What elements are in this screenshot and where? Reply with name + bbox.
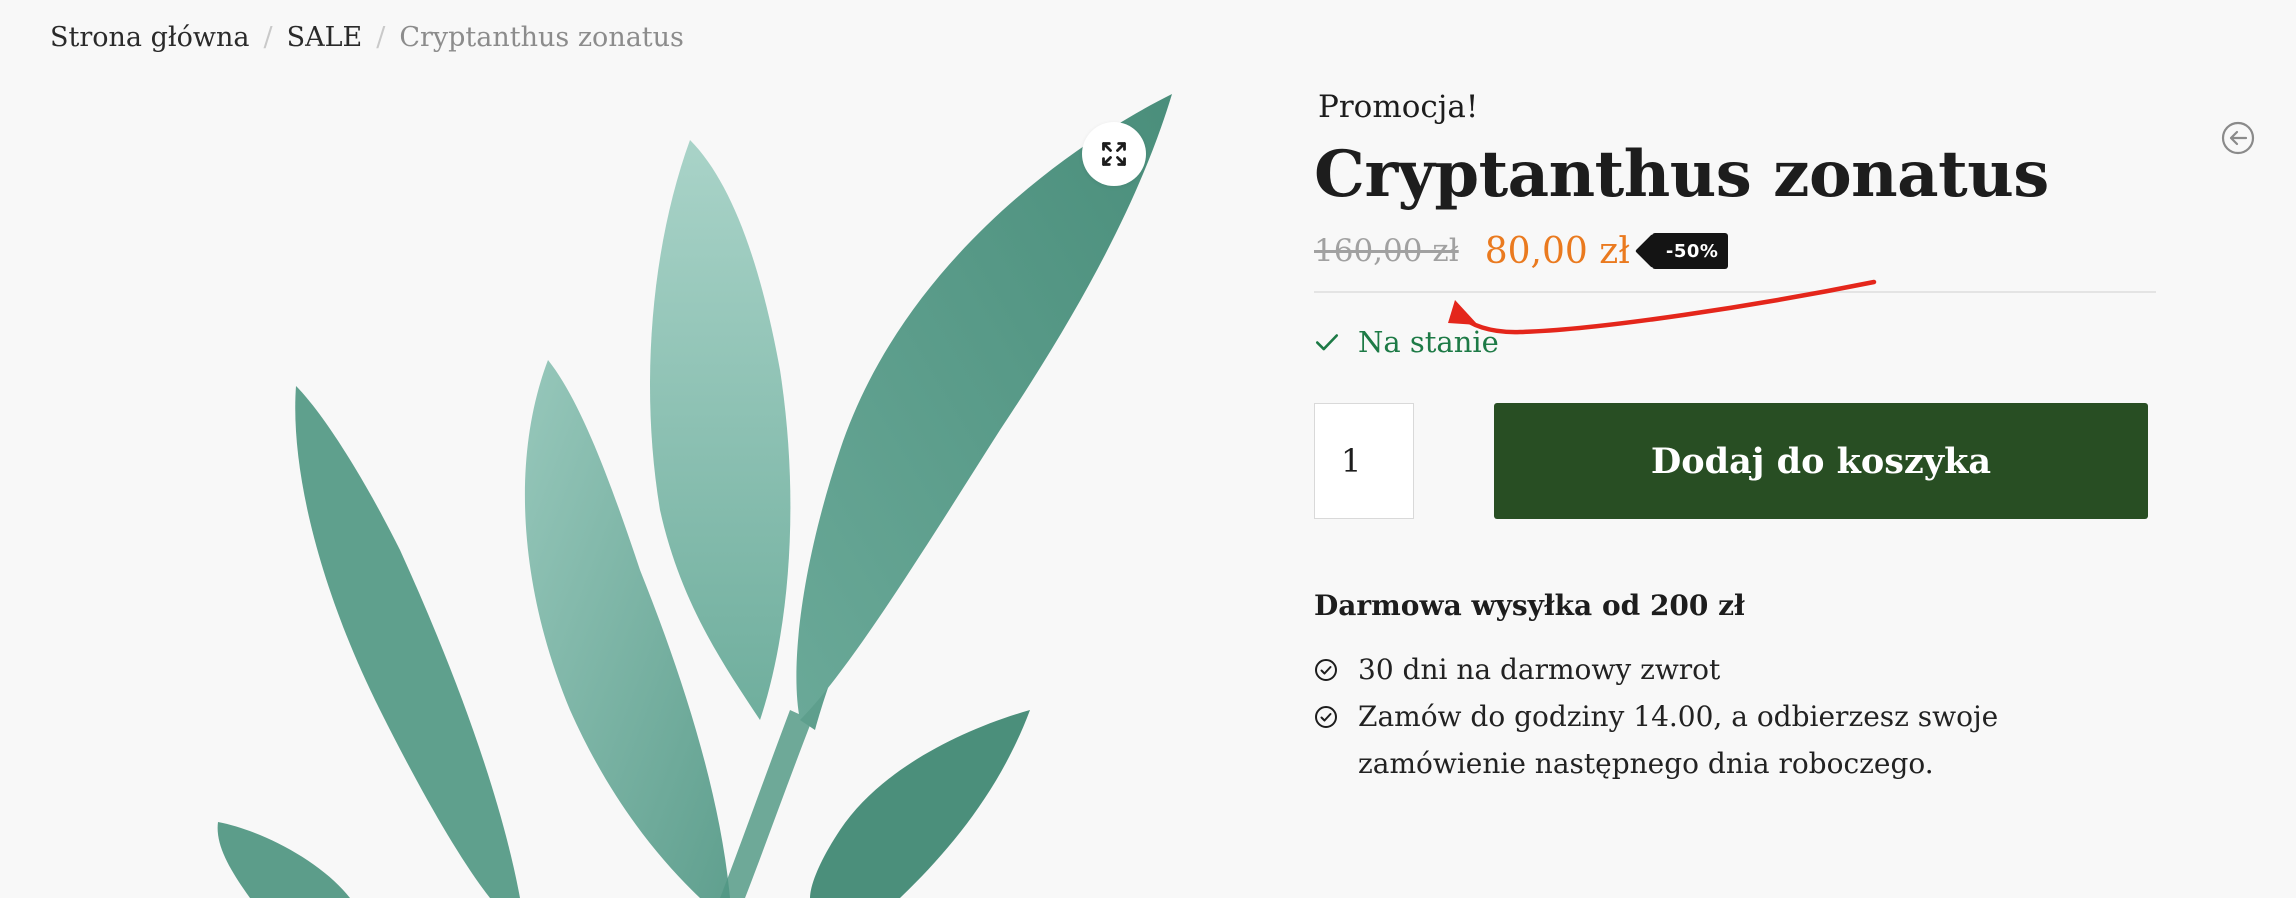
plant-leaf: [217, 822, 350, 898]
product-title: Cryptanthus zonatus: [1314, 137, 2049, 212]
plant-stem: [720, 710, 812, 898]
perk-text: 30 dni na darmowy zwrot: [1358, 653, 1721, 686]
divider: [1314, 291, 2156, 293]
quantity-input[interactable]: [1314, 403, 1414, 519]
product-summary: Promocja! Cryptanthus zonatus 160,00 zł …: [1314, 92, 2160, 787]
back-arrow-icon[interactable]: [2220, 120, 2256, 156]
breadcrumb-separator: /: [376, 22, 386, 53]
plant-leaf: [295, 386, 520, 898]
check-circle-icon: [1315, 659, 1337, 681]
shipping-title: Darmowa wysyłka od 200 zł: [1314, 589, 1745, 622]
list-item: Zamów do godziny 14.00, a odbierzesz swo…: [1314, 693, 2160, 787]
product-image[interactable]: [0, 70, 1240, 898]
plant-leaf: [796, 94, 1172, 720]
old-price: 160,00 zł: [1314, 233, 1459, 269]
breadcrumb-sale-link[interactable]: SALE: [287, 22, 363, 53]
zoom-button[interactable]: [1082, 122, 1146, 186]
add-to-cart-form: Dodaj do koszyka: [1314, 403, 2160, 519]
sale-flash: Promocja!: [1318, 89, 1479, 125]
product-gallery[interactable]: [0, 70, 1240, 898]
discount-label: -50%: [1665, 240, 1719, 262]
sale-price: 80,00 zł: [1484, 230, 1630, 272]
perks-list: 30 dni na darmowy zwrot Zamów do godziny…: [1314, 646, 2160, 787]
expand-icon: [1102, 142, 1126, 166]
breadcrumb-home-link[interactable]: Strona główna: [50, 22, 249, 53]
breadcrumb-current: Cryptanthus zonatus: [399, 22, 684, 53]
check-icon: [1315, 334, 1339, 351]
plant-leaf: [650, 140, 791, 720]
plant-leaf: [810, 710, 1030, 898]
list-item: 30 dni na darmowy zwrot: [1314, 646, 2160, 693]
stock-label: Na stanie: [1358, 325, 1499, 359]
perk-text: Zamów do godziny 14.00, a odbierzesz swo…: [1358, 700, 1999, 780]
discount-badge: -50%: [1651, 233, 1729, 269]
breadcrumb: Strona główna / SALE / Cryptanthus zonat…: [50, 22, 684, 53]
breadcrumb-separator: /: [263, 22, 273, 53]
stock-status: Na stanie: [1314, 325, 2160, 359]
add-to-cart-button[interactable]: Dodaj do koszyka: [1494, 403, 2148, 519]
price: 160,00 zł 80,00 zł -50%: [1314, 227, 2160, 275]
check-circle-icon: [1315, 706, 1337, 728]
